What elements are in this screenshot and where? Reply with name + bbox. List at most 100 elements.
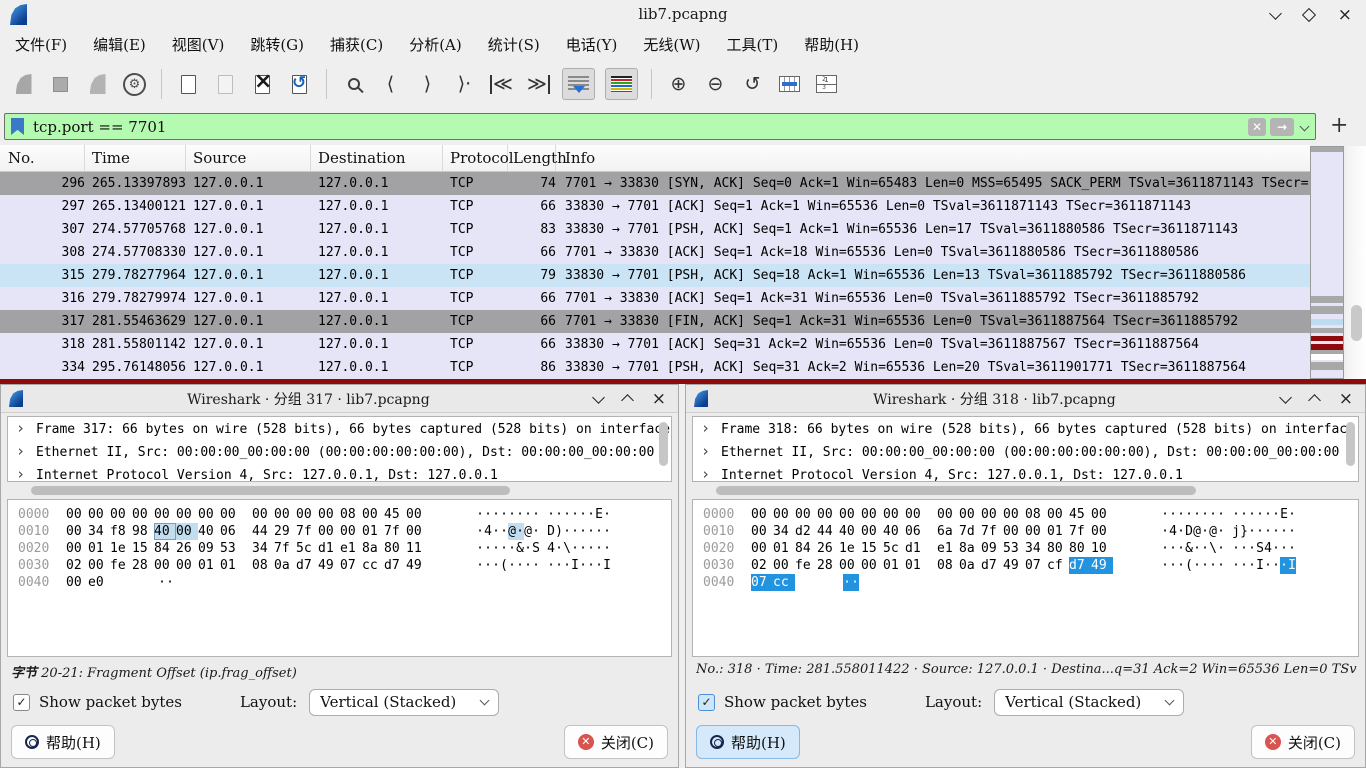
menu-item-go[interactable]: 跳转(G) xyxy=(237,31,317,58)
menu-item-wireless[interactable]: 无线(W) xyxy=(630,31,713,58)
dialog-titlebar[interactable]: Wireshark · 分组 317 · lib7.pcapng× xyxy=(1,385,678,413)
close-button[interactable]: ✕关闭(C) xyxy=(564,725,668,759)
column-header-time[interactable]: Time xyxy=(85,145,186,171)
hex-row[interactable]: 00300200fe2800000101080ad74907cfd749···(… xyxy=(693,557,1358,574)
reload-file-button[interactable] xyxy=(286,70,313,98)
menu-item-help[interactable]: 帮助(H) xyxy=(791,31,872,58)
packet-row[interactable]: 315279.782779649127.0.0.1127.0.0.1TCP793… xyxy=(0,264,1310,287)
stop-capture-button[interactable] xyxy=(47,70,74,98)
restart-capture-button[interactable] xyxy=(84,70,111,98)
packet-row[interactable]: 316279.782799743127.0.0.1127.0.0.1TCP667… xyxy=(0,287,1310,310)
close-file-button[interactable] xyxy=(249,70,276,98)
packet-row[interactable]: 317281.554636295127.0.0.1127.0.0.1TCP667… xyxy=(0,310,1310,333)
dialog-titlebar[interactable]: Wireshark · 分组 318 · lib7.pcapng× xyxy=(686,385,1365,413)
close-button[interactable]: ✕关闭(C) xyxy=(1251,725,1355,759)
hex-row[interactable]: 000000000000000000000000000008004500····… xyxy=(693,506,1358,523)
hex-row[interactable]: 00100034d244400040066a7d7f0000017f00·4·D… xyxy=(693,523,1358,540)
go-first-button[interactable]: ≪ xyxy=(488,70,515,98)
column-header-info[interactable]: Info xyxy=(556,145,1310,171)
tree-item[interactable]: ›Internet Protocol Version 4, Src: 127.0… xyxy=(8,463,671,482)
tree-item[interactable]: ›Frame 318: 66 bytes on wire (528 bits),… xyxy=(693,417,1358,440)
filter-bookmark-icon[interactable] xyxy=(11,118,24,135)
packet-list-scrollbar[interactable] xyxy=(1346,146,1366,379)
expander-icon[interactable]: › xyxy=(701,417,721,440)
filter-clear-icon[interactable]: ✕ xyxy=(1248,118,1266,136)
tree-item[interactable]: ›Ethernet II, Src: 00:00:00_00:00:00 (00… xyxy=(8,440,671,463)
column-header-no[interactable]: No. xyxy=(0,145,85,171)
packet-row[interactable]: 296265.133978931127.0.0.1127.0.0.1TCP747… xyxy=(0,172,1310,195)
hex-row[interactable]: 004000e0·· xyxy=(8,574,671,591)
column-header-destination[interactable]: Destination xyxy=(311,145,443,171)
scrollbar-thumb[interactable] xyxy=(1351,305,1362,341)
go-to-packet-button[interactable]: ⟩· xyxy=(451,70,478,98)
maximize-icon[interactable] xyxy=(621,394,634,407)
menu-item-file[interactable]: 文件(F) xyxy=(2,31,80,58)
zoom-out-button[interactable]: ⊖ xyxy=(702,70,729,98)
menu-item-view[interactable]: 视图(V) xyxy=(159,31,238,58)
resize-columns-button[interactable] xyxy=(776,70,803,98)
filter-apply-icon[interactable]: → xyxy=(1270,118,1294,136)
start-capture-button[interactable] xyxy=(10,70,37,98)
hex-row[interactable]: 00300200fe2800000101080ad74907ccd749···(… xyxy=(8,557,671,574)
expander-icon[interactable]: › xyxy=(16,440,36,463)
tree-vertical-scrollbar[interactable] xyxy=(659,422,668,466)
show-packet-bytes-checkbox[interactable]: ✓ xyxy=(698,694,715,711)
help-button[interactable]: 帮助(H) xyxy=(696,725,800,759)
hex-row[interactable]: 002000011e1584260953347f5cd1e18a8011····… xyxy=(8,540,671,557)
menu-item-analyze[interactable]: 分析(A) xyxy=(396,31,475,58)
menu-item-statistics[interactable]: 统计(S) xyxy=(475,31,553,58)
go-last-button[interactable]: ≫ xyxy=(525,70,552,98)
auto-scroll-button[interactable] xyxy=(562,68,595,100)
capture-options-button[interactable]: ⚙ xyxy=(121,70,148,98)
expander-icon[interactable]: › xyxy=(701,463,721,482)
close-icon[interactable]: × xyxy=(652,392,666,406)
packet-row[interactable]: 307274.577057684127.0.0.1127.0.0.1TCP833… xyxy=(0,218,1310,241)
filter-input[interactable]: tcp.port == 7701 xyxy=(33,118,1248,136)
menu-item-edit[interactable]: 编辑(E) xyxy=(80,31,159,58)
tree-horizontal-scrollbar[interactable] xyxy=(692,485,1359,497)
tree-horizontal-scrollbar[interactable] xyxy=(7,485,672,497)
filter-dropdown-chevron-icon[interactable] xyxy=(1300,122,1310,132)
column-header-source[interactable]: Source xyxy=(186,145,311,171)
packet-row[interactable]: 308274.577083309127.0.0.1127.0.0.1TCP667… xyxy=(0,241,1310,264)
menu-item-telephony[interactable]: 电话(Y) xyxy=(553,31,631,58)
menu-item-capture[interactable]: 捕获(C) xyxy=(317,31,396,58)
display-filter-bar[interactable]: tcp.port == 7701 ✕ → xyxy=(4,113,1316,140)
expander-icon[interactable]: › xyxy=(16,417,36,440)
colorize-button[interactable] xyxy=(605,68,638,100)
layout-chooser-button[interactable] xyxy=(813,70,840,98)
layout-select[interactable]: Vertical (Stacked) xyxy=(309,689,499,716)
minimize-icon[interactable] xyxy=(592,391,605,404)
tree-item[interactable]: ›Ethernet II, Src: 00:00:00_00:00:00 (00… xyxy=(693,440,1358,463)
hex-row[interactable]: 0020000184261e155cd1e18a095334808010···&… xyxy=(693,540,1358,557)
packet-row[interactable]: 318281.558011422127.0.0.1127.0.0.1TCP663… xyxy=(0,333,1310,356)
open-file-button[interactable] xyxy=(175,70,202,98)
save-file-button[interactable] xyxy=(212,70,239,98)
tree-vertical-scrollbar[interactable] xyxy=(1346,422,1355,466)
minimize-icon[interactable] xyxy=(1269,7,1282,20)
column-header-length[interactable]: Length xyxy=(508,145,556,171)
menu-item-tools[interactable]: 工具(T) xyxy=(713,31,791,58)
hex-row[interactable]: 00100034f8984000400644297f0000017f00·4··… xyxy=(8,523,671,540)
go-back-button[interactable]: ⟨ xyxy=(377,70,404,98)
find-packet-button[interactable] xyxy=(340,70,367,98)
filter-add-button[interactable]: + xyxy=(1330,112,1348,139)
expander-icon[interactable]: › xyxy=(16,463,36,482)
maximize-icon[interactable] xyxy=(1308,394,1321,407)
close-icon[interactable]: × xyxy=(1339,392,1353,406)
tree-item[interactable]: ›Frame 317: 66 bytes on wire (528 bits),… xyxy=(8,417,671,440)
scrollbar-thumb[interactable] xyxy=(31,486,510,495)
layout-select[interactable]: Vertical (Stacked) xyxy=(994,689,1184,716)
maximize-icon[interactable] xyxy=(1302,8,1316,22)
show-packet-bytes-checkbox[interactable]: ✓ xyxy=(13,694,30,711)
zoom-reset-button[interactable]: ↺ xyxy=(739,70,766,98)
go-forward-button[interactable]: ⟩ xyxy=(414,70,441,98)
tree-item[interactable]: ›Internet Protocol Version 4, Src: 127.0… xyxy=(693,463,1358,482)
expander-icon[interactable]: › xyxy=(701,440,721,463)
scrollbar-thumb[interactable] xyxy=(716,486,1196,495)
close-icon[interactable]: × xyxy=(1338,8,1352,22)
hex-row[interactable]: 004007cc·· xyxy=(693,574,1358,591)
column-header-protocol[interactable]: Protocol xyxy=(443,145,508,171)
packet-row[interactable]: 334295.761480561127.0.0.1127.0.0.1TCP863… xyxy=(0,356,1310,379)
intelligent-scrollbar-minimap[interactable] xyxy=(1310,146,1344,379)
